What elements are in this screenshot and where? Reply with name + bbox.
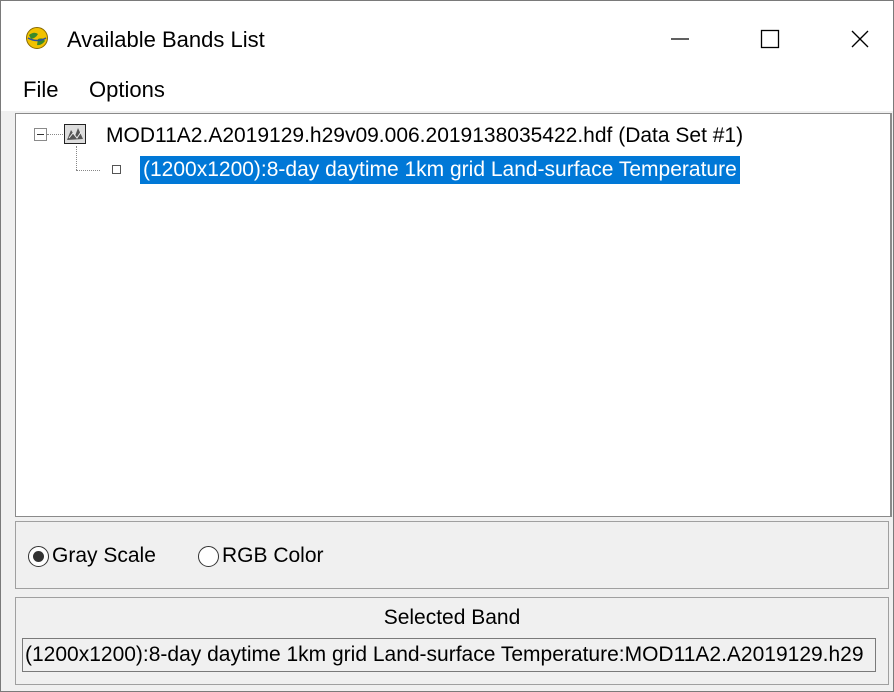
minimize-icon (671, 38, 689, 40)
menu-file[interactable]: File (21, 75, 60, 105)
globe-app-icon (25, 26, 49, 50)
close-button[interactable] (837, 17, 883, 61)
close-icon (851, 30, 869, 48)
band-leaf-icon (112, 165, 121, 174)
menu-bar: File Options (1, 71, 893, 111)
tree-item-band-selected[interactable]: (1200x1200):8-day daytime 1km grid Land-… (140, 156, 740, 184)
tree-item-dataset[interactable]: MOD11A2.A2019129.h29v09.006.201913803542… (106, 122, 743, 150)
available-bands-window: Available Bands List File Options MOD11A… (0, 0, 894, 692)
window-title: Available Bands List (67, 27, 265, 52)
gray-scale-radio[interactable]: Gray Scale (28, 542, 156, 570)
radio-unchecked-icon (198, 545, 219, 567)
radio-checked-icon (28, 545, 49, 567)
gray-scale-label: Gray Scale (52, 544, 156, 567)
maximize-button[interactable] (747, 17, 793, 61)
menu-options[interactable]: Options (87, 75, 167, 105)
color-mode-panel: Gray Scale RGB Color (15, 521, 889, 589)
title-bar[interactable]: Available Bands List (1, 1, 893, 71)
selected-band-title: Selected Band (383, 606, 521, 629)
collapse-toggle[interactable] (34, 128, 47, 141)
selected-band-field[interactable]: (1200x1200):8-day daytime 1km grid Land-… (22, 638, 876, 672)
bands-tree-view[interactable]: MOD11A2.A2019129.h29v09.006.201913803542… (15, 113, 892, 517)
rgb-color-label: RGB Color (222, 544, 324, 567)
dataset-image-icon (64, 124, 86, 144)
minimize-button[interactable] (657, 17, 703, 61)
maximize-icon (760, 29, 780, 49)
selected-band-group: Selected Band (1200x1200):8-day daytime … (15, 597, 889, 685)
rgb-color-radio[interactable]: RGB Color (198, 542, 324, 570)
tree-connector (76, 146, 77, 170)
tree-connector (47, 134, 63, 135)
tree-connector (76, 170, 100, 171)
